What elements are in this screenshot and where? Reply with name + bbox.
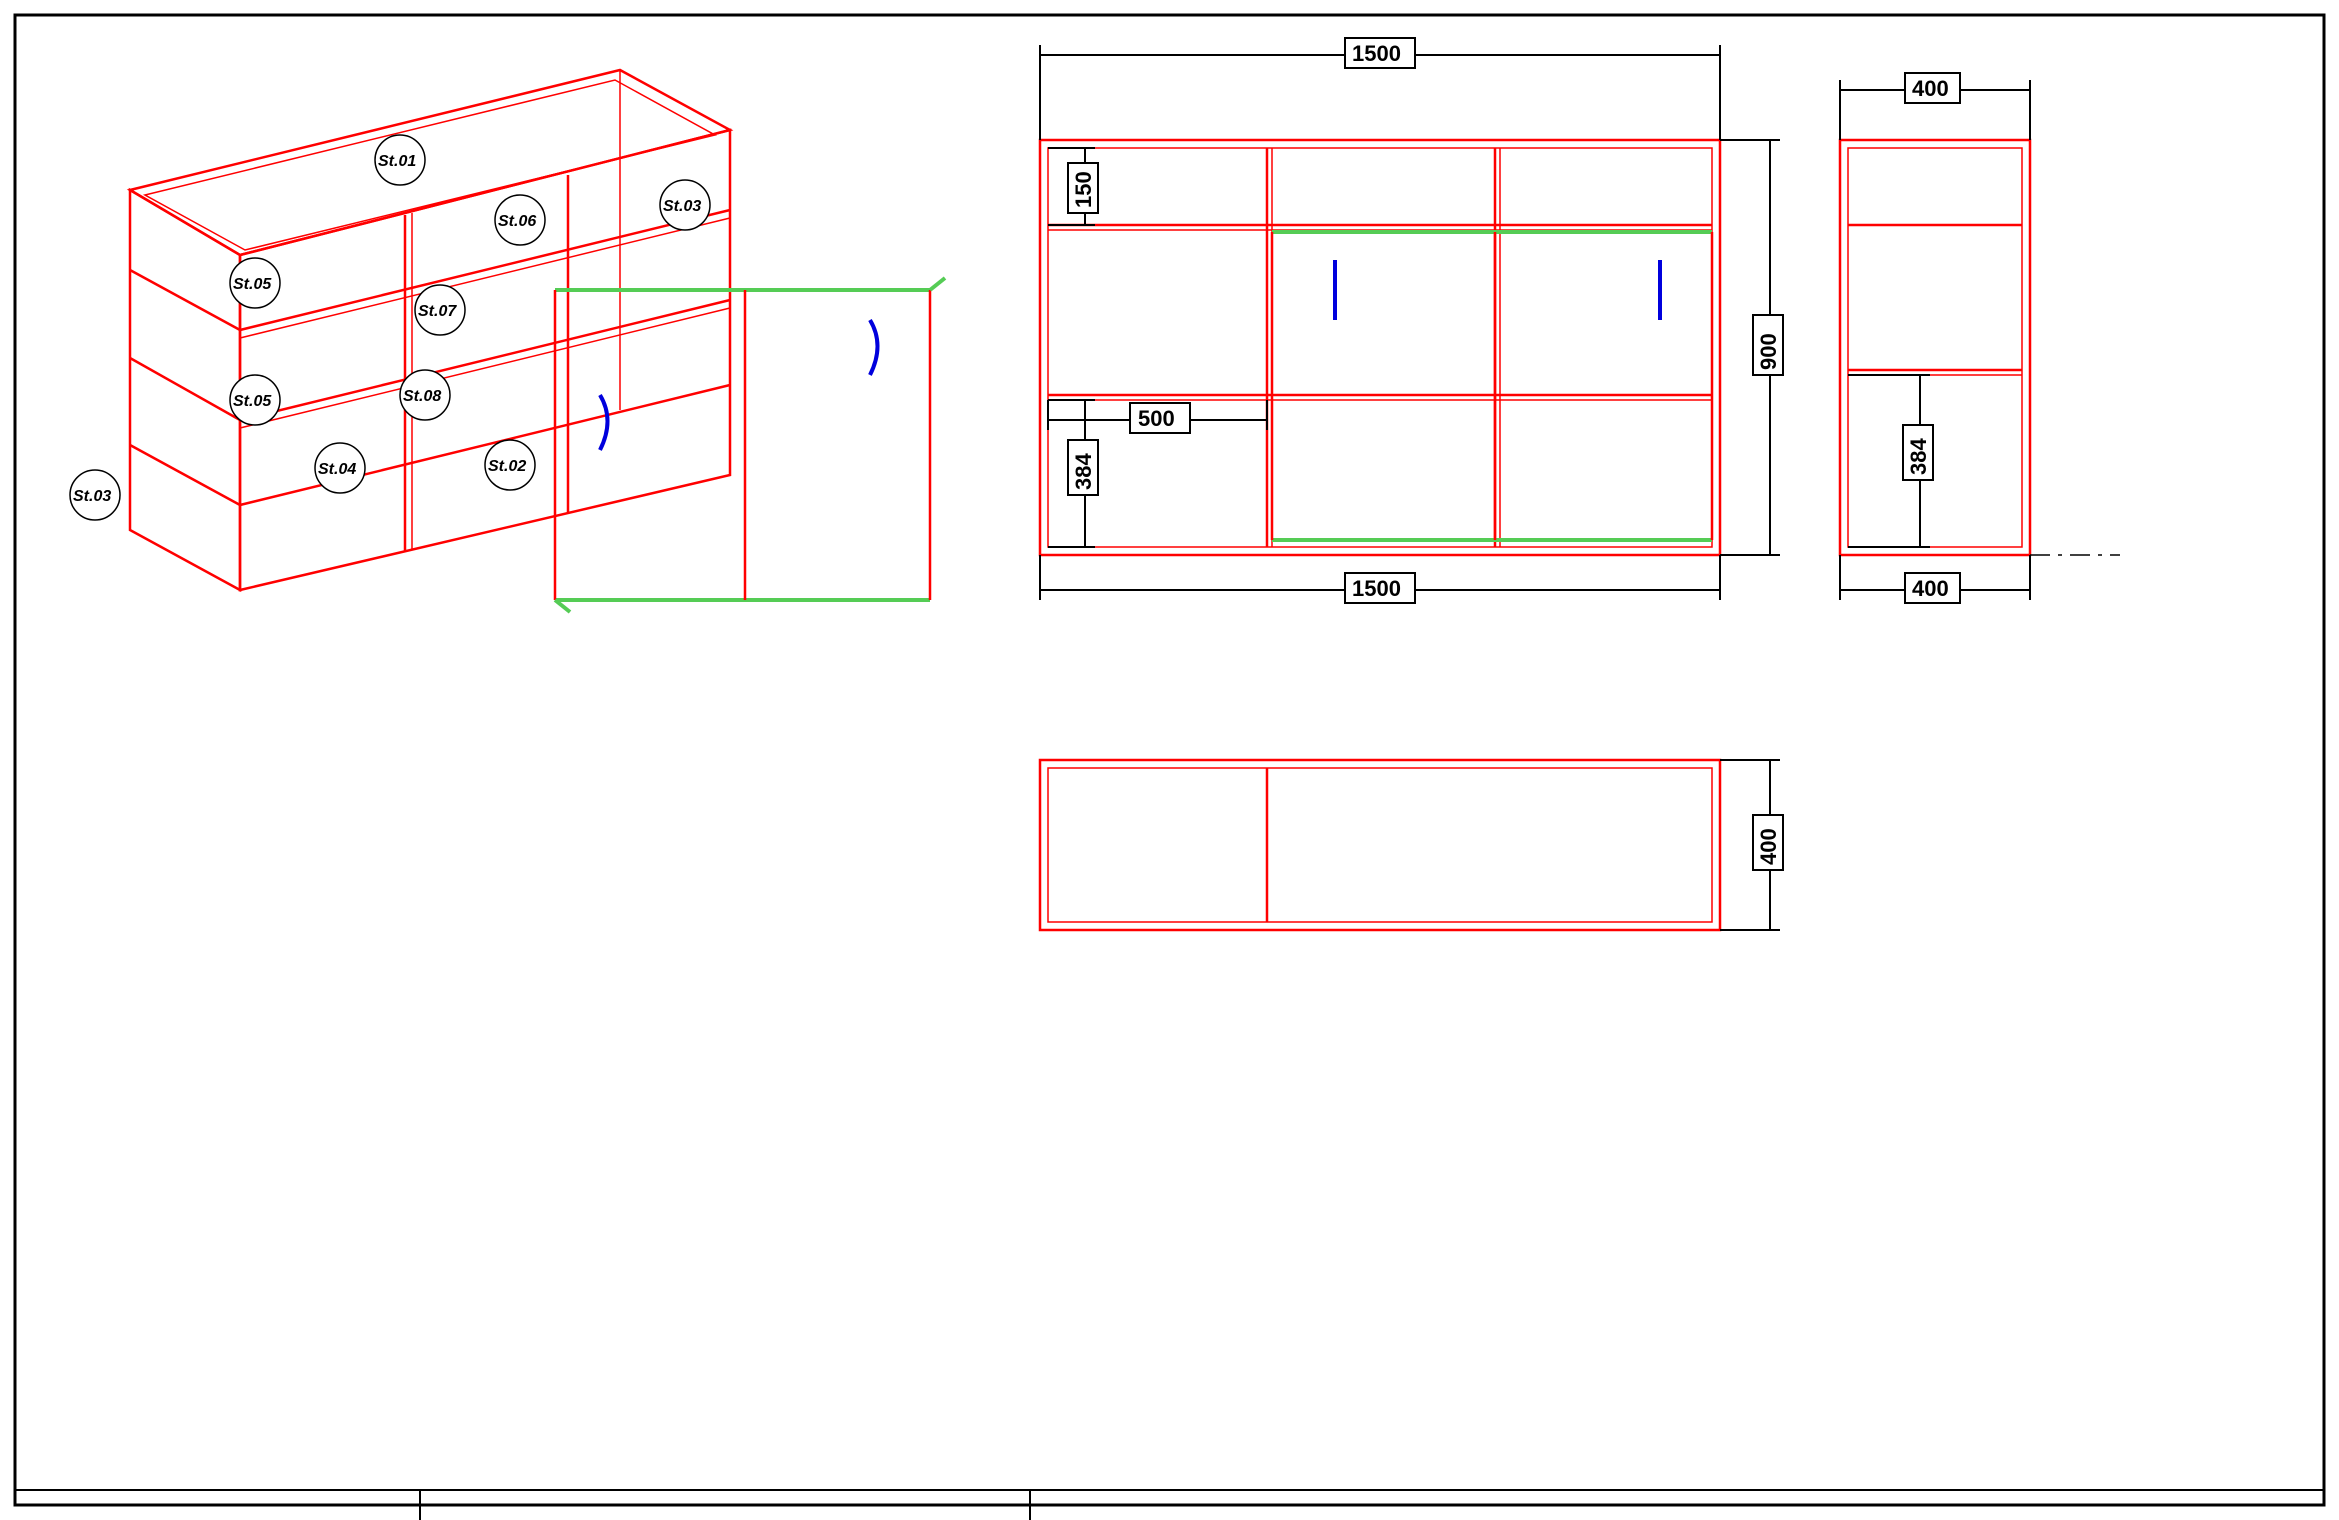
front-elevation: 1500 1500 900 150 500 384 (1040, 38, 1783, 603)
balloon-st03b: St.03 (73, 488, 111, 505)
balloon-st06: St.06 (498, 213, 536, 230)
dim-side-384: 384 (1906, 438, 1931, 475)
drawing-canvas: 1500 1500 900 150 500 384 (0, 0, 2339, 1520)
dim-side-w-top: 400 (1912, 76, 1949, 101)
title-block (15, 1490, 2324, 1520)
dim-front-width-top: 1500 (1352, 41, 1401, 66)
dim-side-w-bot: 400 (1912, 576, 1949, 601)
isometric-view: St.01 St.06 St.03 St.05 St.07 St.05 St.0… (70, 70, 945, 612)
dim-col-500: 500 (1138, 406, 1175, 431)
dim-front-width-bottom: 1500 (1352, 576, 1401, 601)
balloon-st01: St.01 (378, 153, 416, 170)
balloon-st08: St.08 (403, 388, 441, 405)
dim-shelf-150: 150 (1071, 171, 1096, 208)
balloon-st02: St.02 (488, 458, 526, 475)
dim-plan-400: 400 (1756, 828, 1781, 865)
balloon-st04: St.04 (318, 461, 356, 478)
dim-front-height: 900 (1756, 333, 1781, 370)
side-elevation: 400 400 384 (1840, 73, 2120, 603)
balloon-st03a: St.03 (663, 198, 701, 215)
balloon-st05b: St.05 (233, 393, 272, 410)
plan-view: 400 (1040, 760, 1783, 930)
balloon-st05a: St.05 (233, 276, 272, 293)
dim-lower-384: 384 (1071, 453, 1096, 490)
balloon-st07: St.07 (418, 303, 457, 320)
